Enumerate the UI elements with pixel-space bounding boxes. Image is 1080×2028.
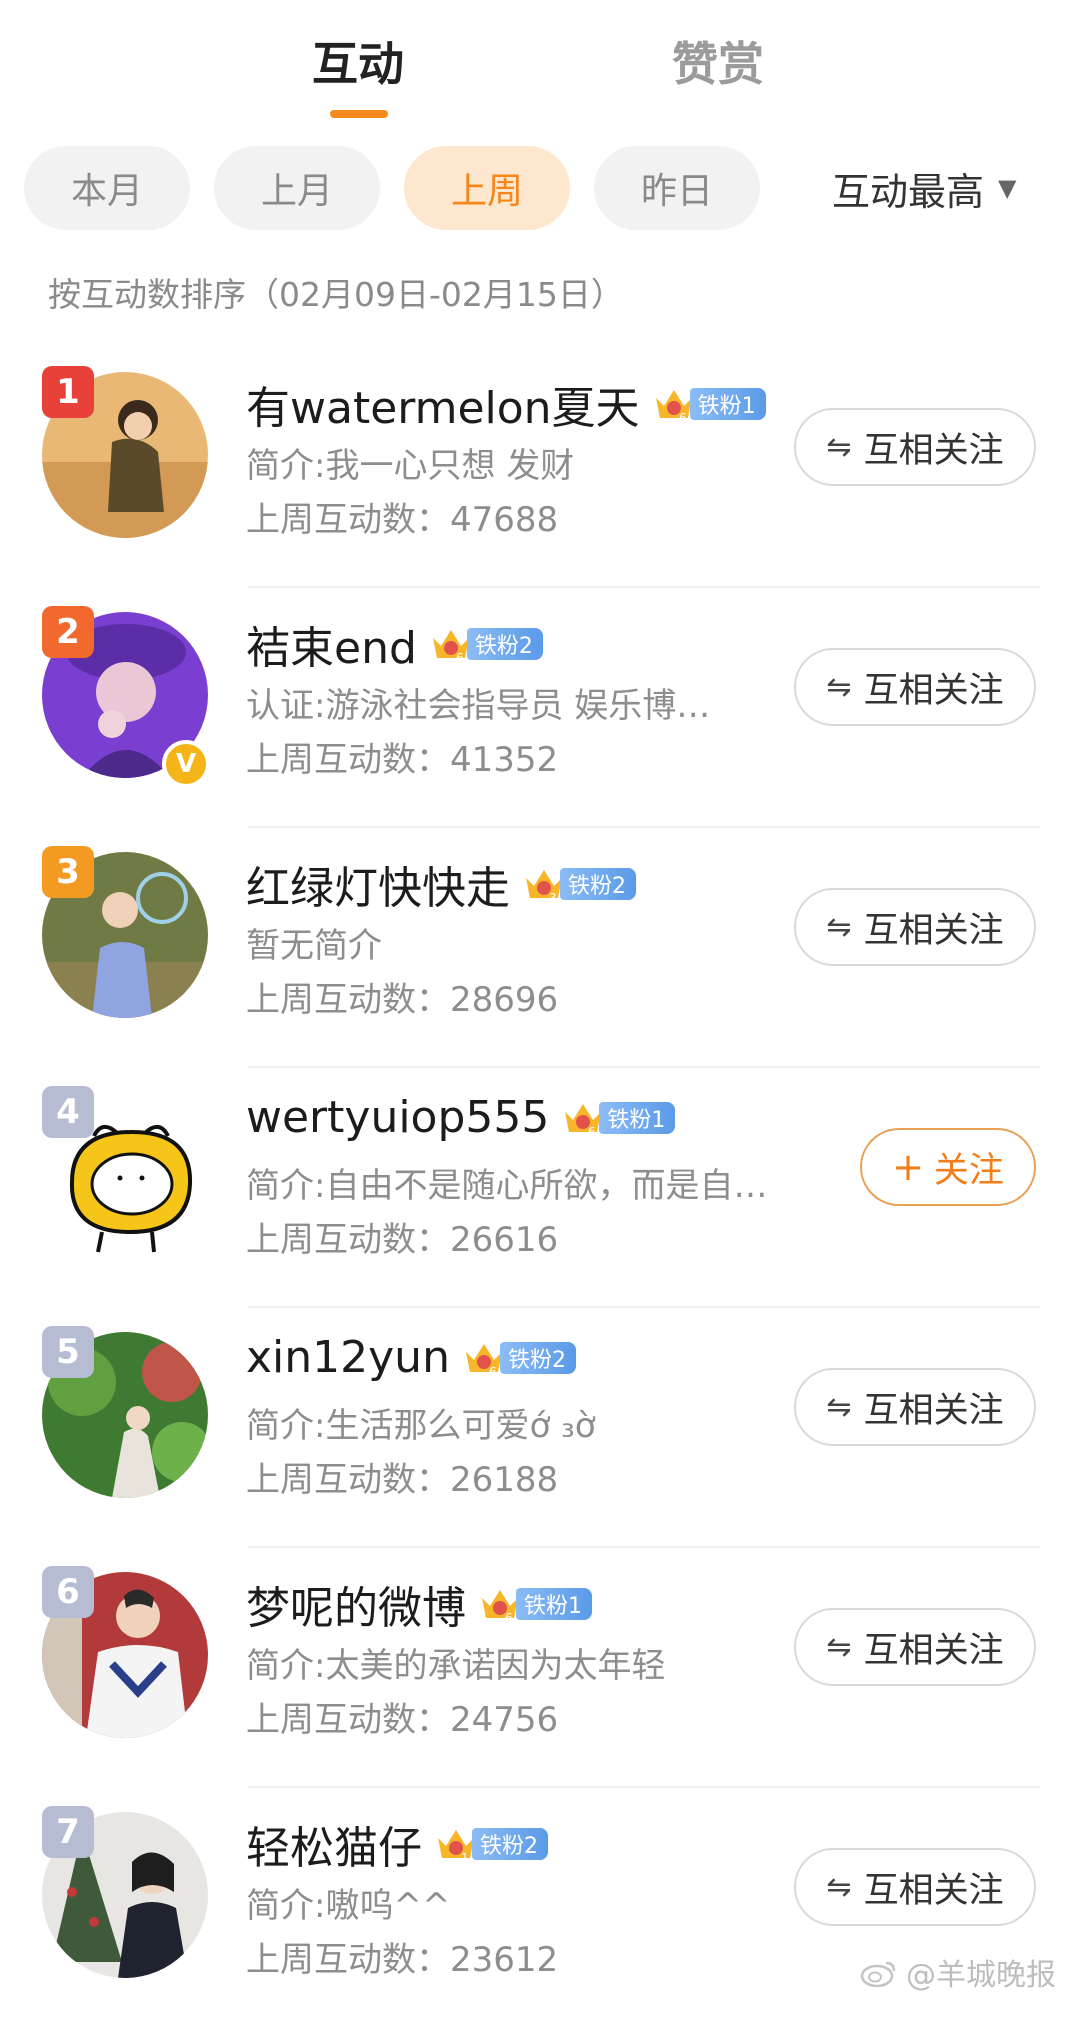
mutual-arrows-icon: ⇋ <box>826 429 852 465</box>
caret-down-icon: ▼ <box>998 174 1017 202</box>
button-label: 关注 <box>933 1150 1004 1191</box>
rank-badge: 7 <box>42 1806 94 1858</box>
list-item[interactable]: 3 红绿灯快快走 3 铁粉2 暂无简介 上周互动数：28696 ⇋ 互相关注 <box>0 828 1080 1068</box>
mutual-arrows-icon: ⇋ <box>826 909 852 945</box>
fan-badge-label: 铁粉2 <box>472 1828 548 1860</box>
fan-badge: 1 铁粉2 <box>434 1824 548 1864</box>
mutual-follow-button[interactable]: ⇋ 互相关注 <box>794 1368 1036 1446</box>
user-name[interactable]: 袺束end <box>246 612 417 676</box>
chip-last-week[interactable]: 上周 <box>404 146 570 230</box>
fan-badge: 6 铁粉1 <box>561 1098 676 1138</box>
fan-badge: 6 铁粉1 <box>478 1584 592 1624</box>
watermark: @羊城晚报 <box>860 1950 1056 1994</box>
chip-last-month[interactable]: 上月 <box>214 146 380 230</box>
weibo-logo-icon <box>860 1961 896 1987</box>
fan-badge-label: 铁粉2 <box>466 628 543 660</box>
sort-dropdown[interactable]: 互动最高 ▼ <box>832 146 1016 230</box>
mutual-follow-button[interactable]: ⇋ 互相关注 <box>794 1608 1036 1686</box>
chip-yesterday[interactable]: 昨日 <box>594 146 760 230</box>
tab-interact[interactable]: 互动 <box>312 28 404 94</box>
mutual-arrows-icon: ⇋ <box>826 1389 852 1425</box>
user-bio: 暂无简介 <box>246 926 382 966</box>
fan-badge: 6 铁粉2 <box>462 1338 576 1378</box>
user-bio: 简介:自由不是随心所欲，而是自… <box>246 1166 768 1206</box>
user-name[interactable]: 梦呢的微博 <box>246 1572 466 1636</box>
sort-dropdown-label: 互动最高 <box>832 169 985 214</box>
fan-badge-label: 铁粉1 <box>516 1588 592 1620</box>
interaction-count: 上周互动数：24756 <box>246 1700 559 1740</box>
user-name[interactable]: 红绿灯快快走 <box>246 852 510 916</box>
verified-icon: V <box>162 740 210 788</box>
interaction-count: 上周互动数：26616 <box>246 1220 559 1260</box>
button-label: 互相关注 <box>863 1630 1004 1671</box>
button-label: 互相关注 <box>863 430 1004 471</box>
interaction-count: 上周互动数：28696 <box>246 980 559 1020</box>
user-bio: 简介:生活那么可爱ớ ₃ờ <box>246 1406 596 1446</box>
rank-badge: 2 <box>42 606 94 658</box>
user-bio: 认证:游泳社会指导员 娱乐博… <box>246 686 711 726</box>
fan-badge-label: 铁粉2 <box>560 868 636 900</box>
user-name[interactable]: wertyuiop555 <box>246 1092 549 1143</box>
list-item[interactable]: 2 V 袺束end 6 铁粉2 认证:游泳社会指导员 娱乐博… 上周互动数：41… <box>0 588 1080 828</box>
crown-icon: 6 <box>655 390 692 424</box>
period-filter-bar: 本月 上月 上周 昨日 互动最高 ▼ <box>0 146 1080 232</box>
svg-text:1: 1 <box>461 1851 469 1864</box>
button-label: 互相关注 <box>863 910 1004 951</box>
watermark-text: @羊城晚报 <box>906 1958 1056 1993</box>
user-bio: 简介:嗷呜^^ <box>246 1886 451 1926</box>
mutual-follow-button[interactable]: ⇋ 互相关注 <box>794 1848 1036 1926</box>
sort-description: 按互动数排序（02月09日-02月15日） <box>48 275 624 314</box>
user-name[interactable]: 有watermelon夏天 <box>246 372 640 436</box>
interaction-count: 上周互动数：41352 <box>246 740 559 780</box>
mutual-arrows-icon: ⇋ <box>826 1629 852 1665</box>
mutual-arrows-icon: ⇋ <box>826 1869 852 1905</box>
rank-badge: 1 <box>42 366 94 418</box>
mutual-arrows-icon: ⇋ <box>826 669 852 705</box>
user-name[interactable]: 轻松猫仔 <box>246 1812 422 1876</box>
ranking-list: 1 有watermelon夏天 6 铁粉1 简介:我一心只想 发财 上周互动数：… <box>0 348 1080 2028</box>
fan-badge: 6 铁粉1 <box>652 384 766 424</box>
button-label: 互相关注 <box>863 1390 1004 1431</box>
plus-icon: + <box>892 1145 924 1189</box>
svg-text:6: 6 <box>505 1611 513 1624</box>
user-name[interactable]: xin12yun <box>246 1332 450 1383</box>
follow-button[interactable]: + 关注 <box>860 1128 1036 1206</box>
active-tab-indicator <box>330 110 388 118</box>
rank-badge: 5 <box>42 1326 94 1378</box>
top-tab-bar: 互动 赞赏 <box>0 0 1080 130</box>
rank-badge: 6 <box>42 1566 94 1618</box>
svg-text:6: 6 <box>456 651 464 664</box>
mutual-follow-button[interactable]: ⇋ 互相关注 <box>794 888 1036 966</box>
fan-badge-label: 铁粉2 <box>499 1341 576 1374</box>
svg-text:6: 6 <box>588 1125 596 1138</box>
interaction-count: 上周互动数：23612 <box>246 1940 559 1980</box>
svg-text:3: 3 <box>549 891 557 904</box>
fan-badge-label: 铁粉1 <box>689 388 766 420</box>
svg-text:6: 6 <box>489 1365 497 1378</box>
rank-badge: 3 <box>42 846 94 898</box>
fan-badge: 6 铁粉2 <box>429 624 543 664</box>
list-item[interactable]: 1 有watermelon夏天 6 铁粉1 简介:我一心只想 发财 上周互动数：… <box>0 348 1080 588</box>
mutual-follow-button[interactable]: ⇋ 互相关注 <box>794 408 1036 486</box>
button-label: 互相关注 <box>863 1870 1004 1911</box>
interaction-count: 上周互动数：47688 <box>246 500 559 540</box>
list-item[interactable]: 5 xin12yun 6 铁粉2 简介:生活那么可爱ớ ₃ờ 上周互动数：261… <box>0 1308 1080 1548</box>
mutual-follow-button[interactable]: ⇋ 互相关注 <box>794 648 1036 726</box>
user-bio: 简介:太美的承诺因为太年轻 <box>246 1646 666 1686</box>
fan-badge-label: 铁粉1 <box>599 1101 676 1134</box>
user-bio: 简介:我一心只想 发财 <box>246 446 575 486</box>
tab-reward[interactable]: 赞赏 <box>672 28 764 94</box>
chip-this-month[interactable]: 本月 <box>24 146 190 230</box>
svg-text:6: 6 <box>679 411 687 424</box>
fan-badge: 3 铁粉2 <box>522 864 636 904</box>
list-item[interactable]: 6 梦呢的微博 6 铁粉1 简介:太美的承诺因为太年轻 上周互动数：24756 … <box>0 1548 1080 1788</box>
list-item[interactable]: 4 wertyuiop555 6 铁粉1 简介:自由不是随心所欲，而是自… 上周… <box>0 1068 1080 1308</box>
button-label: 互相关注 <box>863 670 1004 711</box>
interaction-count: 上周互动数：26188 <box>246 1460 559 1500</box>
rank-badge: 4 <box>42 1086 94 1138</box>
